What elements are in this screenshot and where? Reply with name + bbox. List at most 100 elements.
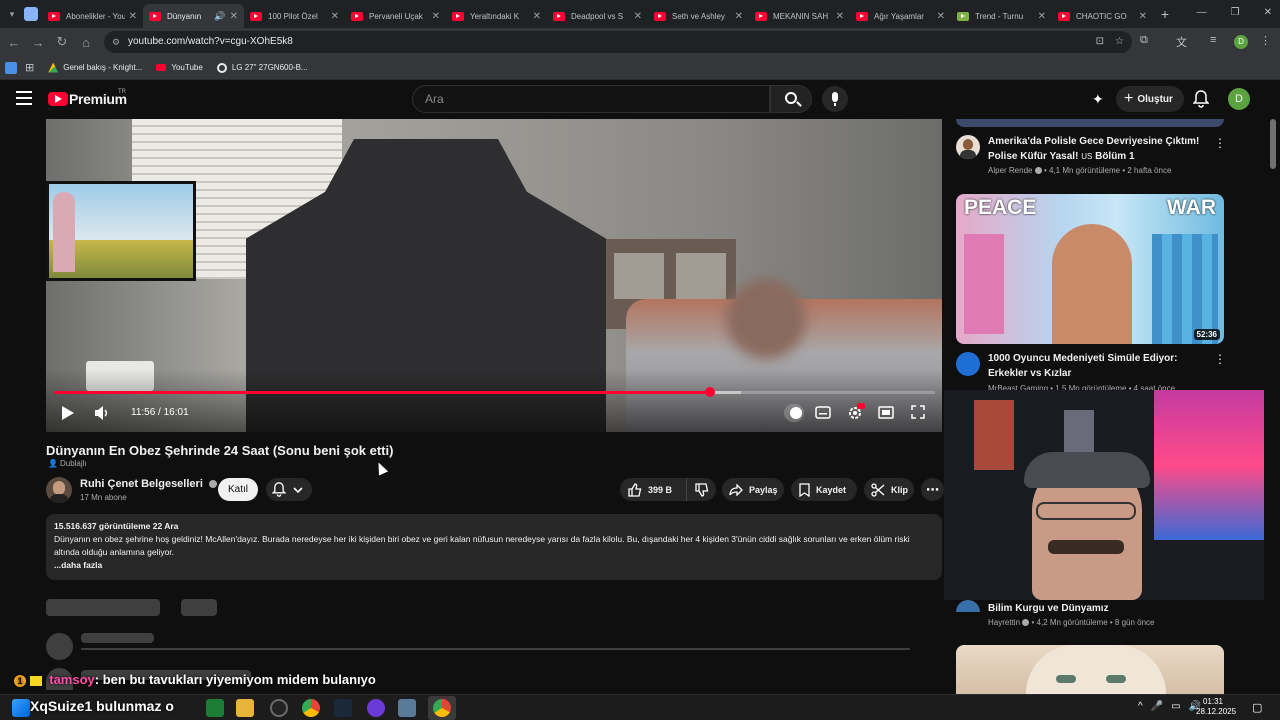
channel-avatar[interactable]: [956, 352, 980, 376]
microphone-icon[interactable]: 🎤: [1151, 701, 1163, 712]
play-button[interactable]: [61, 405, 75, 426]
close-icon[interactable]: ✕: [1038, 11, 1046, 22]
tab-video[interactable]: Yeraltındaki K ✕: [446, 4, 547, 28]
discord-icon[interactable]: [367, 699, 385, 717]
tab-video[interactable]: Deadpool vs S ✕: [547, 4, 648, 28]
start-icon[interactable]: [12, 699, 30, 717]
related-video-title[interactable]: Amerika'da Polisle Gece Devriyesine Çıkt…: [988, 134, 1208, 164]
close-icon[interactable]: ✕: [1139, 11, 1147, 22]
description-box[interactable]: 15.516.637 görüntüleme 22 Ara Dünyanın e…: [46, 514, 942, 580]
volume-button[interactable]: [94, 405, 110, 426]
new-tab-icon[interactable]: +: [1153, 6, 1177, 22]
chrome-icon[interactable]: [302, 699, 320, 717]
close-icon[interactable]: ✕: [432, 11, 440, 22]
youtube-logo-icon[interactable]: [48, 92, 68, 106]
voice-search-button[interactable]: [822, 86, 848, 112]
close-icon[interactable]: ✕: [735, 11, 743, 22]
tab-current-video[interactable]: Dünyanın 🔊 ✕: [143, 4, 244, 28]
close-icon[interactable]: ✕: [331, 11, 339, 22]
back-icon[interactable]: ←: [2, 35, 26, 50]
close-window-icon[interactable]: ✕: [1264, 7, 1272, 18]
video-thumbnail[interactable]: PEACE WAR 52:36: [956, 194, 1224, 344]
chrome-active-icon[interactable]: [428, 696, 456, 720]
subtitles-button[interactable]: [815, 406, 831, 424]
xbox-icon[interactable]: [206, 699, 224, 717]
channel-avatar[interactable]: [956, 135, 980, 159]
notifications-bell-icon[interactable]: [1192, 90, 1210, 111]
cast-icon[interactable]: ✦: [1092, 91, 1104, 108]
apps-grid-icon[interactable]: ⊞: [25, 61, 34, 74]
steam-icon[interactable]: [334, 699, 352, 717]
close-icon[interactable]: ✕: [129, 11, 137, 22]
file-explorer-icon[interactable]: [236, 699, 254, 717]
menu-kebab-icon[interactable]: ⋮: [1214, 136, 1226, 150]
app-icon[interactable]: [398, 699, 416, 717]
tab-subscriptions[interactable]: Abonelikler - YouTube✕: [42, 4, 143, 28]
related-video-title[interactable]: Bilim Kurgu ve Dünyamız: [988, 601, 1208, 616]
speaker-icon[interactable]: 🔊: [214, 11, 225, 22]
bookmark-knight[interactable]: Genel bakış - Knight...: [48, 62, 142, 73]
video-player[interactable]: [46, 119, 942, 432]
autoplay-toggle[interactable]: [784, 404, 804, 422]
bookmark-youtube[interactable]: YouTube: [156, 63, 203, 72]
search-input[interactable]: Ara: [412, 85, 770, 113]
tab-video[interactable]: Seth ve Ashley ✕: [648, 4, 749, 28]
bookmark-lg[interactable]: LG 27" 27GN600-B...: [216, 62, 308, 73]
reload-icon[interactable]: ↻: [50, 34, 74, 50]
install-app-icon[interactable]: ⊡: [1096, 31, 1104, 53]
home-icon[interactable]: ⌂: [74, 35, 98, 50]
restore-icon[interactable]: ❐: [1231, 7, 1240, 18]
tab-video[interactable]: CHAOTIC GO ✕: [1052, 4, 1153, 28]
sidebar-toggle-icon[interactable]: [5, 61, 17, 74]
menu-kebab-icon[interactable]: ⋮: [1260, 34, 1271, 47]
site-info-icon[interactable]: ⚙: [112, 31, 120, 53]
tab-group-icon[interactable]: [24, 7, 38, 21]
more-actions-button[interactable]: ⋯: [921, 478, 944, 501]
related-video-title[interactable]: 1000 Oyuncu Medeniyeti Simüle Ediyor: Er…: [988, 351, 1208, 381]
channel-avatar[interactable]: [46, 477, 72, 503]
profile-avatar[interactable]: D: [1234, 35, 1248, 49]
search-button[interactable]: [770, 85, 812, 113]
account-avatar[interactable]: D: [1228, 88, 1250, 110]
subscribe-notifications-button[interactable]: [266, 478, 312, 501]
extensions-icon[interactable]: ⧉: [1140, 34, 1148, 47]
media-control-icon[interactable]: ≡: [1210, 34, 1216, 46]
notification-center-icon[interactable]: ▢: [1252, 701, 1262, 714]
close-icon[interactable]: ✕: [836, 11, 844, 22]
bookmark-star-icon[interactable]: ☆: [1115, 31, 1124, 53]
tab-search-icon[interactable]: ▾: [0, 9, 24, 20]
channel-avatar[interactable]: [956, 600, 980, 612]
tab-video[interactable]: 100 Pilot Özel ✕: [244, 4, 345, 28]
close-icon[interactable]: ✕: [533, 11, 541, 22]
minimize-icon[interactable]: —: [1197, 7, 1207, 18]
close-icon[interactable]: ✕: [937, 11, 945, 22]
dislike-button[interactable]: [686, 478, 716, 501]
chevron-up-icon[interactable]: ^: [1138, 701, 1143, 712]
obs-icon[interactable]: [270, 699, 288, 717]
settings-button[interactable]: [847, 403, 865, 426]
close-icon[interactable]: ✕: [634, 11, 642, 22]
seek-bar[interactable]: [54, 387, 935, 397]
translate-icon[interactable]: 文: [1176, 34, 1187, 50]
like-button[interactable]: 399 B: [620, 478, 686, 501]
close-icon[interactable]: ✕: [230, 11, 238, 22]
share-button[interactable]: Paylaş: [722, 478, 784, 501]
network-icon[interactable]: ▭: [1171, 701, 1180, 712]
clip-button[interactable]: Klip: [864, 478, 914, 501]
show-more-link[interactable]: ...daha fazla: [54, 559, 934, 572]
fullscreen-button[interactable]: [911, 405, 925, 424]
video-thumbnail[interactable]: [956, 645, 1224, 694]
tab-video[interactable]: Trend - Turnu ✕: [951, 4, 1052, 28]
channel-name[interactable]: Ruhi Çenet Belgeselleri: [80, 478, 217, 490]
url-field[interactable]: ⚙ youtube.com/watch?v=cgu-XOhE5k8 ⊡ ☆: [104, 31, 1132, 53]
menu-kebab-icon[interactable]: ⋮: [1214, 352, 1226, 366]
tab-video[interactable]: Ağır Yaşamlar ✕: [850, 4, 951, 28]
system-clock[interactable]: 01:31 28.12.2025: [1196, 697, 1236, 717]
create-button[interactable]: + Oluştur: [1116, 86, 1184, 112]
forward-icon[interactable]: →: [26, 35, 50, 50]
scrollbar-thumb[interactable]: [1270, 119, 1276, 169]
video-thumbnail[interactable]: [956, 119, 1224, 127]
theater-mode-button[interactable]: [878, 406, 894, 424]
tab-video[interactable]: Pervaneli Uçak ✕: [345, 4, 446, 28]
join-button[interactable]: Katıl: [218, 478, 258, 501]
